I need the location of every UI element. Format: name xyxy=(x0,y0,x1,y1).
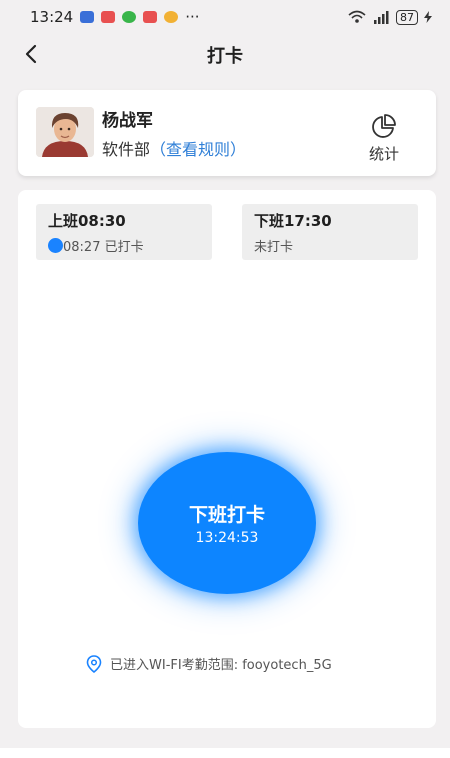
view-rules-link[interactable]: （查看规则） xyxy=(150,140,246,159)
back-arrow-icon[interactable] xyxy=(20,42,44,66)
clock-in-card: 上班08:30 08:27 已打卡 下班17:30 未打卡 下班打卡 13:24… xyxy=(18,190,436,728)
page-title: 打卡 xyxy=(207,46,243,67)
app-notification-icon xyxy=(80,11,95,23)
shift-title: 上班08:30 xyxy=(48,212,126,230)
profile-card: 杨战军 软件部（查看规则） 统计 xyxy=(18,90,436,176)
shift-title: 下班17:30 xyxy=(254,212,332,230)
avatar xyxy=(36,107,94,157)
shift-card-off-duty: 下班17:30 未打卡 xyxy=(242,204,418,260)
statistics-label: 统计 xyxy=(368,145,399,163)
clock-out-button[interactable]: 下班打卡 13:24:53 xyxy=(138,452,316,594)
checked-in-dot-icon xyxy=(48,238,63,253)
bottom-strip xyxy=(0,748,450,758)
department-label: 软件部 xyxy=(102,140,151,159)
status-right: 87 xyxy=(348,9,432,25)
shift-card-on-duty: 上班08:30 08:27 已打卡 xyxy=(36,204,212,260)
shift-status: 未打卡 xyxy=(254,236,406,255)
weibo-notification-icon xyxy=(164,11,179,23)
current-time: 13:24:53 xyxy=(195,530,259,546)
shift-status: 08:27 已打卡 xyxy=(48,236,200,255)
location-pin-icon xyxy=(86,654,102,673)
mail-notification-icon xyxy=(101,11,116,23)
nav-header: 打卡 xyxy=(0,34,450,76)
wifi-range-status: 已进入WI-FI考勤范围: fooyotech_5G xyxy=(86,654,332,673)
department-line: 软件部（查看规则） xyxy=(102,136,246,160)
status-left: 13:24 ··· xyxy=(30,8,200,26)
user-name: 杨战军 xyxy=(102,111,153,131)
battery-indicator: 87 xyxy=(396,9,418,25)
cellular-signal-icon xyxy=(374,10,389,24)
status-time: 13:24 xyxy=(30,8,74,26)
shift-status-text: 未打卡 xyxy=(254,240,294,255)
mail-notification-icon-2 xyxy=(143,11,158,23)
pie-chart-icon xyxy=(372,114,396,138)
status-bar: 13:24 ··· 87 xyxy=(0,0,450,34)
shift-status-text: 08:27 已打卡 xyxy=(63,240,144,255)
browser-notification-icon xyxy=(122,11,137,23)
wifi-range-text: 已进入WI-FI考勤范围: fooyotech_5G xyxy=(110,658,332,673)
statistics-button[interactable]: 统计 xyxy=(362,112,406,164)
wifi-signal-icon xyxy=(348,10,366,23)
avatar-illustration xyxy=(36,107,94,157)
more-notifications-indicator: ··· xyxy=(185,8,200,26)
clock-out-label: 下班打卡 xyxy=(188,504,265,526)
charging-icon xyxy=(424,11,432,23)
